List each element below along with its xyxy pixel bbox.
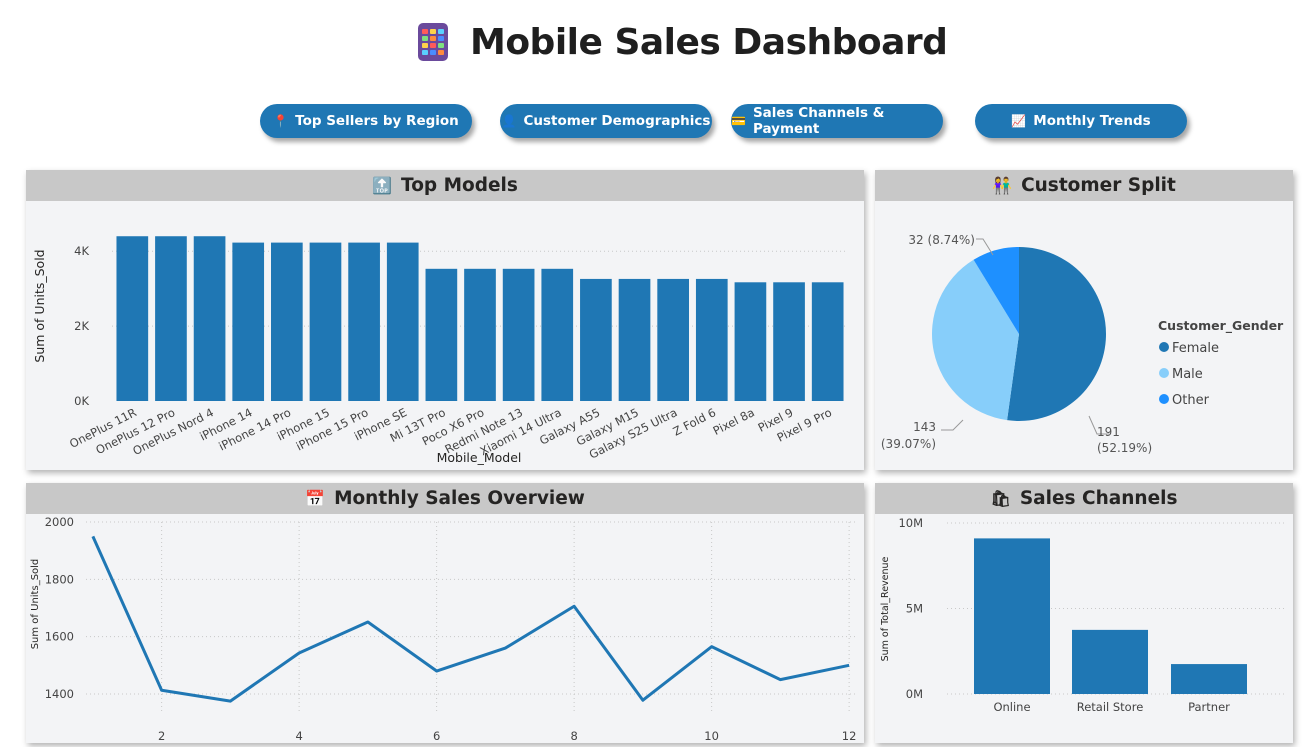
monthly-sales-chart: 140016001800200024681012MonthNumSum of U… — [30, 515, 857, 743]
nav-button-label: Sales Channels & Payment — [752, 105, 885, 137]
leader-line — [941, 419, 964, 431]
bar — [734, 282, 767, 401]
bar — [1171, 664, 1247, 694]
y-tick-label: 0K — [74, 394, 89, 408]
legend-label: Male — [1172, 367, 1203, 382]
pin-icon: 📍 — [273, 114, 289, 128]
x-tick-label: 4 — [295, 729, 302, 743]
y-axis-label: Sum of Units_Sold — [30, 559, 41, 650]
data-label: (52.19%) — [1097, 441, 1152, 455]
bar — [695, 278, 728, 401]
nav-button-label: Top Sellers by Region — [295, 113, 459, 129]
y-tick-label: 10M — [898, 516, 923, 530]
sales-channels-chart: 0M5M10MOnlineRetail StorePartnerSales_Ch… — [880, 516, 1285, 714]
panel-title: 👫 Customer Split — [875, 170, 1293, 201]
panel-title: 📅 Monthly Sales Overview — [26, 483, 864, 514]
bar — [309, 242, 342, 401]
nav-button-label: Monthly Trends — [1033, 113, 1151, 129]
legend-title: Customer_Gender — [1158, 318, 1284, 334]
nav-button-sales-channels[interactable]: 💳 Sales Channels & Payment — [731, 104, 943, 138]
mobile-phone-icon — [418, 23, 448, 61]
nav-button-top-sellers[interactable]: 📍 Top Sellers by Region — [260, 104, 472, 138]
bar — [271, 242, 303, 401]
bar — [618, 278, 651, 401]
bar — [502, 268, 535, 401]
bar — [116, 236, 149, 401]
x-tick-label: 10 — [704, 729, 719, 743]
legend-marker — [1159, 342, 1169, 352]
bar — [1072, 629, 1148, 694]
nav-button-label: Customer Demographics — [523, 113, 711, 129]
pie-slice — [1007, 247, 1106, 421]
bar — [811, 282, 844, 401]
bar — [232, 242, 265, 401]
y-tick-label: 2000 — [45, 515, 74, 529]
x-tick-label: Online — [993, 700, 1030, 714]
person-icon: 👤 — [501, 114, 517, 128]
bar — [773, 282, 805, 401]
y-tick-label: 0M — [906, 687, 923, 701]
data-label: 143 — [913, 420, 936, 434]
y-tick-label: 1400 — [45, 687, 74, 701]
panel-title: 🔝 Top Models — [26, 170, 864, 201]
x-tick-label: Z Fold 6 — [671, 405, 719, 438]
y-tick-label: 2K — [74, 319, 89, 333]
x-axis-label: Mobile_Model — [437, 450, 522, 465]
y-tick-label: 5M — [906, 602, 923, 616]
x-tick-label: Partner — [1188, 700, 1230, 714]
y-tick-label: 1800 — [45, 572, 74, 586]
x-tick-label: 8 — [570, 729, 577, 743]
x-tick-label: 12 — [842, 729, 857, 743]
customer-split-panel: 👫 Customer Split 191 (52.19%) 143 (39.07%) 3… — [875, 170, 1293, 470]
bar — [974, 538, 1050, 694]
y-tick-label: 1600 — [45, 630, 74, 644]
x-tick-label: Retail Store — [1077, 700, 1144, 714]
bar — [657, 278, 689, 401]
panel-title-text: Sales Channels — [1019, 488, 1178, 509]
legend-marker — [1159, 368, 1169, 378]
panel-title-text: Monthly Sales Overview — [334, 488, 585, 509]
dashboard-header: Mobile Sales Dashboard — [0, 0, 1308, 90]
panel-title-text: Customer Split — [1021, 175, 1176, 196]
data-label: (39.07%) — [881, 437, 936, 451]
bar — [425, 268, 458, 401]
legend-label: Female — [1172, 341, 1219, 356]
bar — [464, 268, 496, 401]
nav-button-customer-demographics[interactable]: 👤 Customer Demographics — [500, 104, 712, 138]
panel-title-text: Top Models — [401, 175, 518, 196]
customer-split-chart: 191 (52.19%) 143 (39.07%) 32 (8.74%) Customer… — [881, 233, 1284, 455]
panel-title: 🛍 Sales Channels — [875, 483, 1293, 514]
legend-label: Other — [1172, 393, 1210, 408]
calendar-icon: 📅 — [305, 489, 326, 508]
series-line — [91, 535, 850, 703]
bar — [386, 242, 419, 401]
card-icon: 💳 — [731, 114, 746, 128]
bar — [155, 236, 187, 401]
x-tick-label: 2 — [158, 729, 165, 743]
y-axis-label: Sum of Units_Sold — [32, 249, 47, 362]
data-label: 191 — [1097, 425, 1120, 439]
people-icon: 👫 — [992, 176, 1013, 195]
top-models-panel: 🔝 Top Models 0K 2K 4K OnePlus 11R OnePlus 12… — [26, 170, 864, 470]
top-arrow-icon: 🔝 — [372, 176, 393, 195]
legend-marker — [1159, 394, 1169, 404]
bar — [193, 236, 226, 401]
bar — [580, 278, 612, 401]
x-tick-label: Pixel 8a — [711, 405, 757, 438]
monthly-sales-panel: 📅 Monthly Sales Overview 1400 1600 1800 200… — [26, 483, 864, 743]
nav-button-monthly-trends[interactable]: 📈 Monthly Trends — [975, 104, 1187, 138]
sales-channels-panel: 🛍 Sales Channels 0M 5M 10M Online Retail Sto… — [875, 483, 1293, 743]
top-models-chart: 0K2K4KOnePlus 11ROnePlus 12 ProOnePlus N… — [32, 236, 846, 465]
title-wrap: Mobile Sales Dashboard — [418, 18, 948, 66]
data-label: 32 (8.74%) — [908, 233, 975, 247]
x-tick-label: 6 — [433, 729, 440, 743]
y-axis-label: Sum of Total_Revenue — [880, 556, 891, 661]
bar — [348, 242, 380, 401]
trend-chart-icon: 📈 — [1011, 114, 1027, 128]
y-tick-label: 4K — [74, 244, 89, 258]
shopping-bag-icon: 🛍 — [990, 489, 1011, 508]
bar — [541, 268, 574, 401]
page-title: Mobile Sales Dashboard — [470, 21, 948, 63]
